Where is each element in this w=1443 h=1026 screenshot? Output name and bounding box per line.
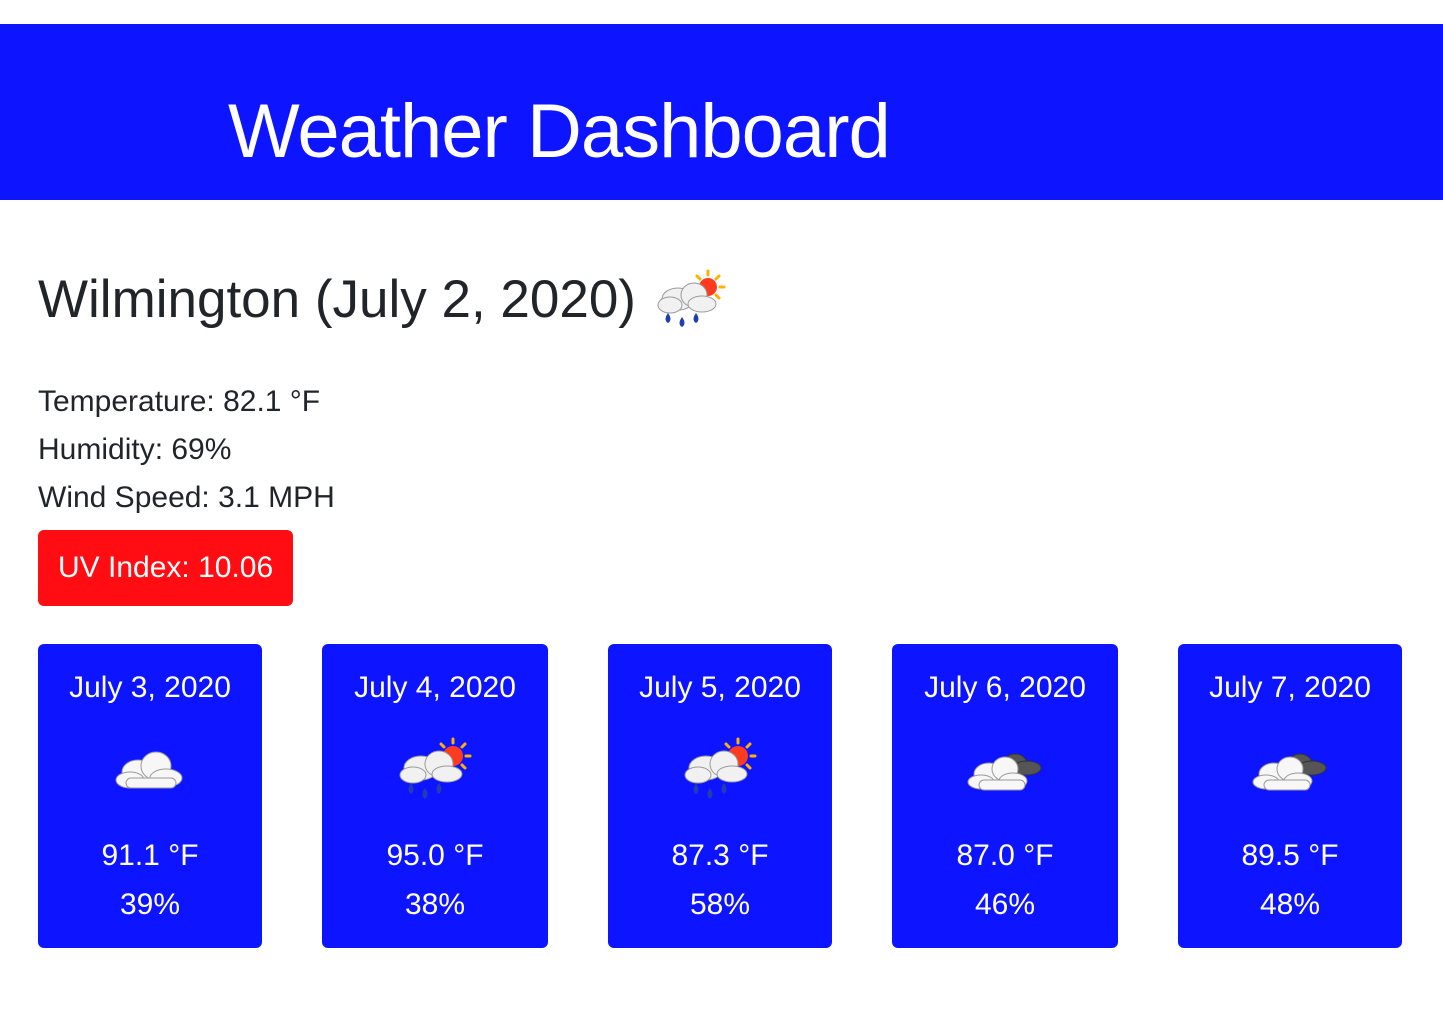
broken-clouds-icon bbox=[963, 736, 1047, 804]
forecast-temp: 95.0 °F bbox=[386, 839, 484, 872]
forecast-date: July 6, 2020 bbox=[924, 671, 1086, 704]
current-weather: Wilmington (July 2, 2020) Temperature: 8… bbox=[38, 268, 730, 606]
forecast-date: July 4, 2020 bbox=[354, 671, 516, 704]
rain-sun-icon bbox=[654, 269, 730, 331]
forecast-temp: 87.0 °F bbox=[956, 839, 1054, 872]
current-stats: Temperature: 82.1 °F Humidity: 69% Wind … bbox=[38, 378, 730, 522]
rain-sun-icon bbox=[678, 736, 762, 804]
forecast-card: July 5, 2020 87.3 °F 58% bbox=[608, 644, 832, 948]
uv-index-badge: UV Index: 10.06 bbox=[38, 529, 294, 606]
temperature-text: Temperature: 82.1 °F bbox=[38, 384, 321, 418]
forecast-humidity: 38% bbox=[404, 888, 466, 921]
forecast-humidity: 46% bbox=[974, 888, 1036, 921]
forecast-humidity: 48% bbox=[1259, 888, 1321, 921]
forecast-row: July 3, 2020 91.1 °F 39% July 4, 2020 95… bbox=[0, 644, 1443, 948]
forecast-card: July 4, 2020 95.0 °F 38% bbox=[322, 644, 548, 948]
wind-speed-text: Wind Speed: 3.1 MPH bbox=[38, 480, 335, 514]
forecast-date: July 5, 2020 bbox=[639, 671, 801, 704]
forecast-date: July 7, 2020 bbox=[1209, 671, 1371, 704]
forecast-card: July 7, 2020 89.5 °F 48% bbox=[1178, 644, 1402, 948]
forecast-card: July 3, 2020 91.1 °F 39% bbox=[38, 644, 262, 948]
forecast-temp: 91.1 °F bbox=[101, 839, 199, 872]
page-title: Weather Dashboard bbox=[228, 89, 891, 174]
forecast-date: July 3, 2020 bbox=[69, 671, 231, 704]
forecast-temp: 89.5 °F bbox=[1241, 839, 1339, 872]
city-heading: Wilmington (July 2, 2020) bbox=[38, 268, 730, 332]
cloud-icon bbox=[108, 736, 192, 804]
rain-sun-icon bbox=[393, 736, 477, 804]
header-bar: Weather Dashboard bbox=[0, 24, 1443, 200]
city-date-label: Wilmington (July 2, 2020) bbox=[38, 270, 636, 329]
humidity-text: Humidity: 69% bbox=[38, 432, 232, 466]
broken-clouds-icon bbox=[1248, 736, 1332, 804]
forecast-card: July 6, 2020 87.0 °F 46% bbox=[892, 644, 1118, 948]
forecast-temp: 87.3 °F bbox=[671, 839, 769, 872]
forecast-humidity: 58% bbox=[689, 888, 751, 921]
forecast-humidity: 39% bbox=[119, 888, 181, 921]
